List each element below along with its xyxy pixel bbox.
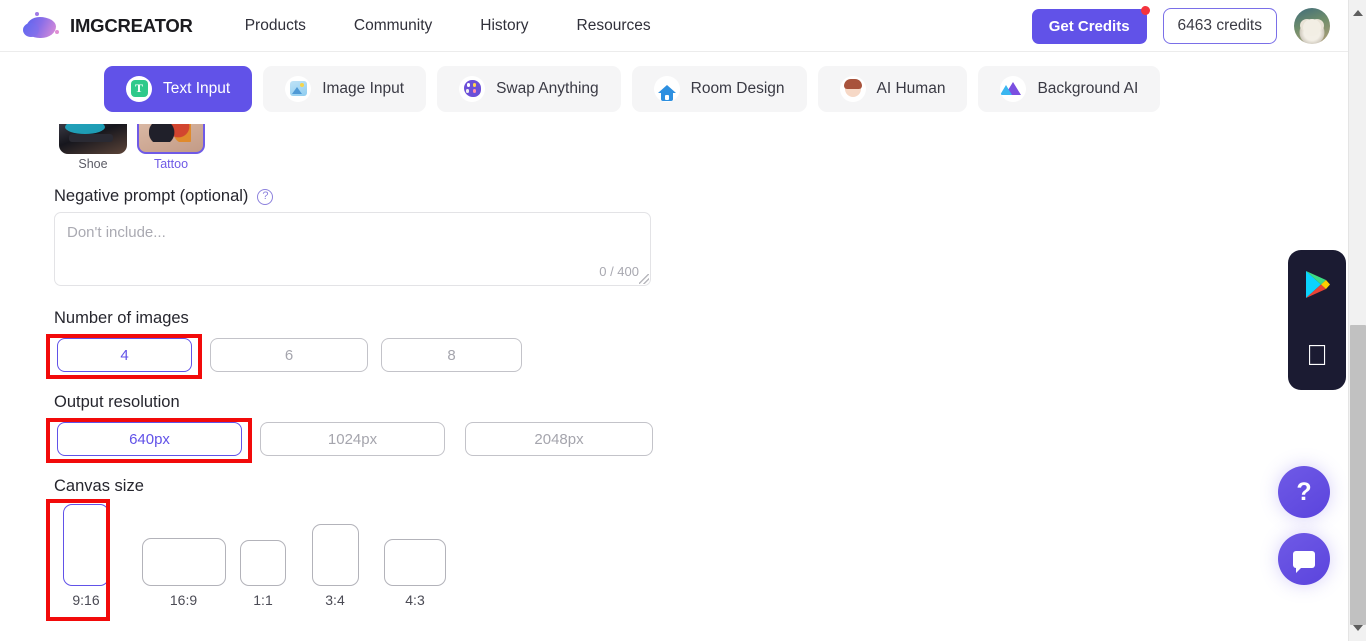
number-of-images-options: 4 6 8 (57, 338, 522, 372)
nav-item-history[interactable]: History (480, 17, 528, 35)
ratio-shape-3-4 (311, 524, 359, 586)
chat-bubble-icon (1293, 550, 1315, 573)
tab-background-ai[interactable]: Background AI (978, 65, 1161, 112)
canvas-size-option-9-16[interactable]: 9:16 (54, 504, 118, 608)
style-thumbnail-row: Shoe Tattoo (54, 124, 210, 171)
canvas-size-option-16-9[interactable]: 16:9 (140, 538, 227, 608)
negative-prompt-label-row: Negative prompt (optional) ? (54, 187, 274, 206)
tab-label: Swap Anything (496, 79, 599, 97)
number-of-images-label: Number of images (54, 309, 189, 327)
mountain-icon (1000, 75, 1027, 102)
settings-panel: Shoe Tattoo Negative prompt (optional) ?… (0, 124, 1348, 641)
palette-icon (459, 75, 486, 102)
app-header: IMGCREATOR Products Community History Re… (0, 0, 1348, 52)
tab-label: Room Design (690, 79, 785, 97)
ratio-shape-4-3 (384, 539, 446, 586)
output-resolution-option-640px[interactable]: 640px (57, 422, 242, 456)
scrollbar-thumb[interactable] (1350, 325, 1366, 625)
canvas-size-options: 9:16 16:9 1:1 3:4 4:3 (54, 504, 448, 608)
credits-balance[interactable]: 6463 credits (1162, 8, 1277, 44)
brand-logo[interactable]: IMGCREATOR (22, 11, 193, 41)
tab-ai-human[interactable]: AI Human (817, 65, 968, 112)
nav-item-resources[interactable]: Resources (577, 17, 651, 35)
scroll-down-arrow-icon[interactable] (1349, 619, 1366, 637)
tab-label: Image Input (322, 79, 405, 97)
ratio-shape-9-16 (63, 504, 109, 586)
tab-swap-anything[interactable]: Swap Anything (437, 65, 621, 112)
canvas-size-label-item: 3:4 (325, 592, 345, 608)
nav-item-community[interactable]: Community (354, 17, 432, 35)
brand-name: IMGCREATOR (70, 14, 193, 36)
text-input-icon: T (126, 75, 152, 102)
canvas-size-option-4-3[interactable]: 4:3 (382, 539, 448, 608)
canvas-size-label-item: 16:9 (169, 592, 198, 608)
image-input-icon (285, 75, 312, 102)
canvas-size-label-item: 9:16 (72, 592, 100, 608)
canvas-size-option-1-1[interactable]: 1:1 (237, 540, 289, 608)
tab-image-input[interactable]: Image Input (263, 65, 427, 112)
negative-prompt-label: Negative prompt (optional) (54, 187, 249, 205)
ratio-shape-16-9 (141, 538, 226, 586)
help-fab-button[interactable]: ? (1278, 466, 1330, 518)
tab-label: Background AI (1037, 79, 1139, 97)
tab-label: AI Human (876, 79, 946, 97)
get-credits-button[interactable]: Get Credits (1031, 5, 1150, 44)
notification-dot-icon (1140, 5, 1150, 15)
page-scrollbar[interactable] (1348, 0, 1366, 641)
chat-fab-button[interactable] (1278, 533, 1330, 585)
canvas-size-option-3-4[interactable]: 3:4 (306, 524, 364, 608)
negative-prompt-input[interactable]: Don't include... 0 / 400 (54, 212, 651, 286)
person-icon (839, 75, 866, 102)
style-thumbnail-tattoo[interactable]: Tattoo (132, 124, 210, 171)
resize-grip-icon[interactable] (639, 274, 649, 284)
output-resolution-label: Output resolution (54, 393, 180, 411)
canvas-size-label-item: 1:1 (253, 592, 273, 608)
style-label: Tattoo (153, 157, 189, 171)
tab-text-input[interactable]: T Text Input (104, 65, 253, 112)
canvas-size-label-item: 4:3 (405, 592, 425, 608)
header-actions: Get Credits 6463 credits (1031, 0, 1330, 52)
home-icon (653, 75, 680, 102)
output-resolution-option-1024px[interactable]: 1024px (260, 422, 445, 456)
number-of-images-option-4[interactable]: 4 (57, 338, 192, 372)
canvas-size-label: Canvas size (54, 477, 144, 495)
avatar[interactable] (1294, 8, 1330, 44)
mode-tabbar: T Text Input Image Input Swap Anything R… (0, 53, 1348, 124)
number-of-images-option-8[interactable]: 8 (381, 338, 522, 372)
app-store-panel[interactable]:  (1288, 250, 1346, 390)
tab-label: Text Input (163, 79, 231, 97)
main-nav: Products Community History Resources (245, 17, 699, 35)
apple-icon[interactable]:  (1306, 342, 1328, 371)
logo-blob-icon (22, 11, 64, 41)
number-of-images-option-6[interactable]: 6 (210, 338, 368, 372)
negative-prompt-placeholder: Don't include... (67, 224, 166, 241)
shoe-thumbnail-image (59, 124, 127, 154)
scroll-up-arrow-icon[interactable] (1349, 4, 1366, 22)
negative-prompt-counter: 0 / 400 (599, 264, 639, 279)
output-resolution-option-2048px[interactable]: 2048px (465, 422, 653, 456)
tattoo-thumbnail-image (137, 124, 205, 154)
question-circle-icon[interactable]: ? (257, 188, 274, 205)
style-thumbnail-shoe[interactable]: Shoe (54, 124, 132, 171)
nav-item-products[interactable]: Products (245, 17, 306, 35)
tab-room-design[interactable]: Room Design (631, 65, 807, 112)
output-resolution-options: 640px 1024px 2048px (57, 422, 653, 456)
ratio-shape-1-1 (240, 540, 286, 586)
style-label: Shoe (78, 157, 108, 171)
question-mark-icon: ? (1296, 477, 1312, 506)
google-play-icon[interactable] (1302, 269, 1332, 305)
